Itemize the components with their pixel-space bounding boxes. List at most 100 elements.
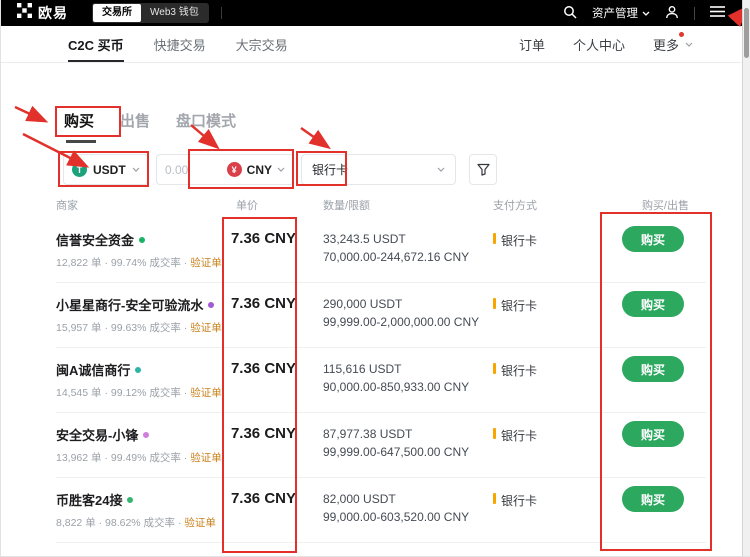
usdt-icon: T: [72, 162, 87, 177]
buy-button[interactable]: 购买: [622, 356, 684, 382]
sub-nav: C2C 买币 快捷交易 大宗交易 订单 个人中心 更多: [1, 26, 750, 63]
tab-sell[interactable]: 出售: [120, 110, 150, 139]
brand[interactable]: 欧易: [17, 3, 68, 23]
merchant-name[interactable]: 闽A诚信商行: [56, 360, 130, 379]
merchant-badge-icon: [135, 367, 141, 373]
buy-button[interactable]: 购买: [622, 226, 684, 252]
col-merchant: 商家: [56, 197, 226, 213]
user-icon[interactable]: [665, 5, 679, 22]
filter-button[interactable]: [469, 154, 497, 185]
merchant-cell: 信誉安全资金 12,822 单 · 99.74% 成交率 · 验证单: [56, 218, 226, 282]
offer-row: 信誉安全资金 12,822 单 · 99.74% 成交率 · 验证单 7.36 …: [56, 218, 706, 283]
limit-range: 99,999.00-2,000,000.00 CNY: [323, 313, 491, 331]
payment-method-select[interactable]: 银行卡: [301, 154, 456, 185]
quantity-limit-cell: 33,243.5 USDT 70,000.00-244,672.16 CNY: [298, 218, 491, 282]
subnav-item-orders[interactable]: 订单: [519, 35, 545, 54]
verified-order-tag[interactable]: 验证单: [190, 387, 222, 399]
okx-c2c-page: 欧易 交易所 Web3 钱包 资产管理 C2C 买币: [0, 0, 750, 557]
quantity-limit-cell: 115,616 USDT 90,000.00-850,933.00 CNY: [298, 348, 491, 412]
merchant-name[interactable]: 安全交易-小锋: [56, 425, 138, 444]
subnav-item-profile[interactable]: 个人中心: [573, 35, 625, 54]
payment-cell: 银行卡: [491, 413, 616, 477]
header-divider: [694, 7, 695, 20]
payment-select-value: 银行卡: [312, 161, 348, 178]
asset-management-menu[interactable]: 资产管理: [592, 5, 650, 21]
offer-row: 闽A诚信商行 14,545 单 · 99.12% 成交率 · 验证单 7.36 …: [56, 348, 706, 413]
col-payment-method: 支付方式: [491, 197, 616, 213]
subnav-item-more[interactable]: 更多: [653, 35, 693, 54]
offer-row: 小星星商行-安全可验流水 15,957 单 · 99.63% 成交率 · 验证单…: [56, 283, 706, 348]
subnav-item-c2c[interactable]: C2C 买币: [68, 26, 124, 62]
verified-order-tag[interactable]: 验证单: [184, 517, 216, 529]
bank-card-icon: [493, 298, 496, 309]
sub-nav-left: C2C 买币 快捷交易 大宗交易: [68, 26, 288, 62]
top-header: 欧易 交易所 Web3 钱包 资产管理: [1, 0, 750, 26]
quantity-limit-cell: 290,000 USDT 99,999.00-2,000,000.00 CNY: [298, 283, 491, 347]
payment-method: 银行卡: [501, 427, 537, 444]
chevron-down-icon: [437, 167, 445, 172]
subnav-item-block-trade[interactable]: 大宗交易: [236, 26, 288, 62]
fiat-select-value: CNY: [247, 163, 272, 177]
verified-order-tag[interactable]: 验证单: [190, 322, 222, 334]
merchant-name[interactable]: 币胜客24接: [56, 490, 122, 509]
menu-icon[interactable]: [710, 6, 725, 20]
merchant-name[interactable]: 信誉安全资金: [56, 230, 134, 249]
toggle-web3-wallet[interactable]: Web3 钱包: [141, 4, 208, 22]
payment-cell: 银行卡: [491, 348, 616, 412]
limit-range: 99,000.00-603,520.00 CNY: [323, 508, 491, 526]
toggle-exchange[interactable]: 交易所: [93, 4, 141, 22]
crypto-select[interactable]: T USDT: [63, 154, 149, 185]
col-buy-sell: 购买/出售: [616, 197, 706, 213]
merchant-cell: 小星星商行-安全可验流水 15,957 单 · 99.63% 成交率 · 验证单: [56, 283, 226, 347]
merchant-cell: 安全交易-小锋 13,962 单 · 99.49% 成交率 · 验证单: [56, 413, 226, 477]
header-actions: 资产管理: [563, 5, 725, 22]
scrollbar[interactable]: [742, 0, 750, 557]
payment-method: 银行卡: [501, 232, 537, 249]
fiat-select[interactable]: ¥ CNY: [227, 162, 285, 177]
available-amount: 115,616 USDT: [323, 360, 491, 378]
annotation-arrow-bank-card: [301, 128, 328, 147]
verified-order-tag[interactable]: 验证单: [190, 257, 222, 269]
merchant-stats: 13,962 单 · 99.49% 成交率 ·: [56, 452, 190, 464]
brand-name: 欧易: [38, 3, 68, 23]
merchant-badge-icon: [208, 302, 214, 308]
offer-row: 安全交易-小锋 13,962 单 · 99.49% 成交率 · 验证单 7.36…: [56, 413, 706, 478]
cny-icon: ¥: [227, 162, 242, 177]
buy-button[interactable]: 购买: [622, 291, 684, 317]
amount-currency-box: ¥ CNY: [156, 154, 294, 185]
tab-buy[interactable]: 购买: [64, 110, 94, 139]
offers-table: 商家 单价 数量/限额 支付方式 购买/出售 信誉安全资金 12,822 单 ·…: [56, 197, 706, 543]
buy-button[interactable]: 购买: [622, 421, 684, 447]
buy-button[interactable]: 购买: [622, 486, 684, 512]
notification-dot: [679, 32, 684, 37]
merchant-name[interactable]: 小星星商行-安全可验流水: [56, 295, 203, 314]
trade-mode-tabs: 购买 出售 盘口模式: [64, 110, 236, 139]
verified-order-tag[interactable]: 验证单: [190, 452, 222, 464]
action-cell: 购买: [616, 348, 706, 412]
tab-orderbook-mode[interactable]: 盘口模式: [176, 110, 236, 139]
limit-range: 90,000.00-850,933.00 CNY: [323, 378, 491, 396]
offer-list: 信誉安全资金 12,822 单 · 99.74% 成交率 · 验证单 7.36 …: [56, 218, 706, 543]
search-icon[interactable]: [563, 5, 577, 22]
merchant-cell: 币胜客24接 8,822 单 · 98.62% 成交率 · 验证单: [56, 478, 226, 542]
scrollbar-thumb[interactable]: [744, 8, 749, 58]
payment-cell: 银行卡: [491, 283, 616, 347]
filter-bar: T USDT ¥ CNY 银行卡: [63, 154, 497, 185]
header-divider: [221, 7, 222, 19]
offer-row: 币胜客24接 8,822 单 · 98.62% 成交率 · 验证单 7.36 C…: [56, 478, 706, 543]
unit-price: 7.36 CNY: [226, 478, 298, 542]
available-amount: 33,243.5 USDT: [323, 230, 491, 248]
quantity-limit-cell: 87,977.38 USDT 99,999.00-647,500.00 CNY: [298, 413, 491, 477]
bank-card-icon: [493, 428, 496, 439]
action-cell: 购买: [616, 478, 706, 542]
asset-management-label: 资产管理: [592, 5, 638, 21]
unit-price: 7.36 CNY: [226, 413, 298, 477]
bank-card-icon: [493, 493, 496, 504]
merchant-stats: 12,822 单 · 99.74% 成交率 ·: [56, 257, 190, 269]
subnav-item-express[interactable]: 快捷交易: [154, 26, 206, 62]
payment-method: 银行卡: [501, 362, 537, 379]
amount-input[interactable]: [165, 163, 203, 177]
merchant-badge-icon: [127, 497, 133, 503]
col-quantity-limit: 数量/限额: [298, 197, 491, 213]
merchant-cell: 闽A诚信商行 14,545 单 · 99.12% 成交率 · 验证单: [56, 348, 226, 412]
